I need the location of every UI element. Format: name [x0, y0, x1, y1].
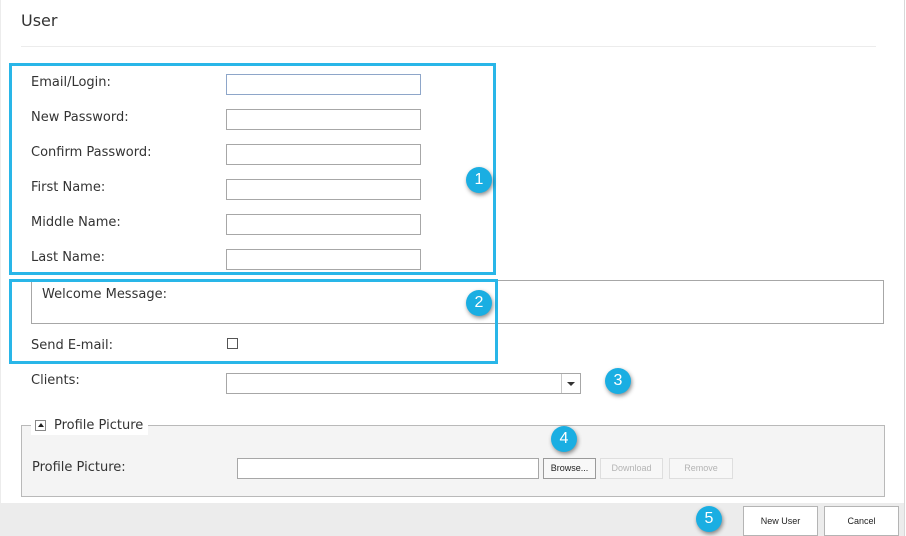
callout-badge-3: 3	[605, 368, 631, 394]
collapse-toggle-icon[interactable]	[35, 419, 46, 431]
callout-badge-1: 1	[466, 167, 492, 193]
profile-picture-file-field[interactable]	[237, 458, 539, 479]
callout-badge-5: 5	[696, 506, 722, 532]
remove-button[interactable]: Remove	[669, 458, 733, 479]
page-title: User	[21, 11, 58, 30]
cancel-button[interactable]: Cancel	[824, 506, 899, 536]
callout-badge-2: 2	[466, 290, 492, 316]
profile-picture-legend-text: Profile Picture	[54, 417, 144, 433]
window-left-border	[0, 0, 1, 536]
window-right-border	[904, 0, 905, 536]
chevron-down-icon[interactable]	[561, 374, 580, 393]
highlight-box-2	[9, 279, 498, 364]
callout-badge-4: 4	[551, 426, 577, 452]
profile-picture-label: Profile Picture:	[32, 460, 126, 475]
highlight-box-1	[9, 63, 496, 275]
new-user-button[interactable]: New User	[743, 506, 818, 536]
profile-picture-legend: Profile Picture	[31, 415, 149, 435]
title-divider	[21, 46, 876, 47]
clients-label: Clients:	[31, 373, 80, 388]
browse-button[interactable]: Browse...	[543, 458, 596, 479]
download-button[interactable]: Download	[600, 458, 663, 479]
clients-select[interactable]	[226, 373, 581, 394]
